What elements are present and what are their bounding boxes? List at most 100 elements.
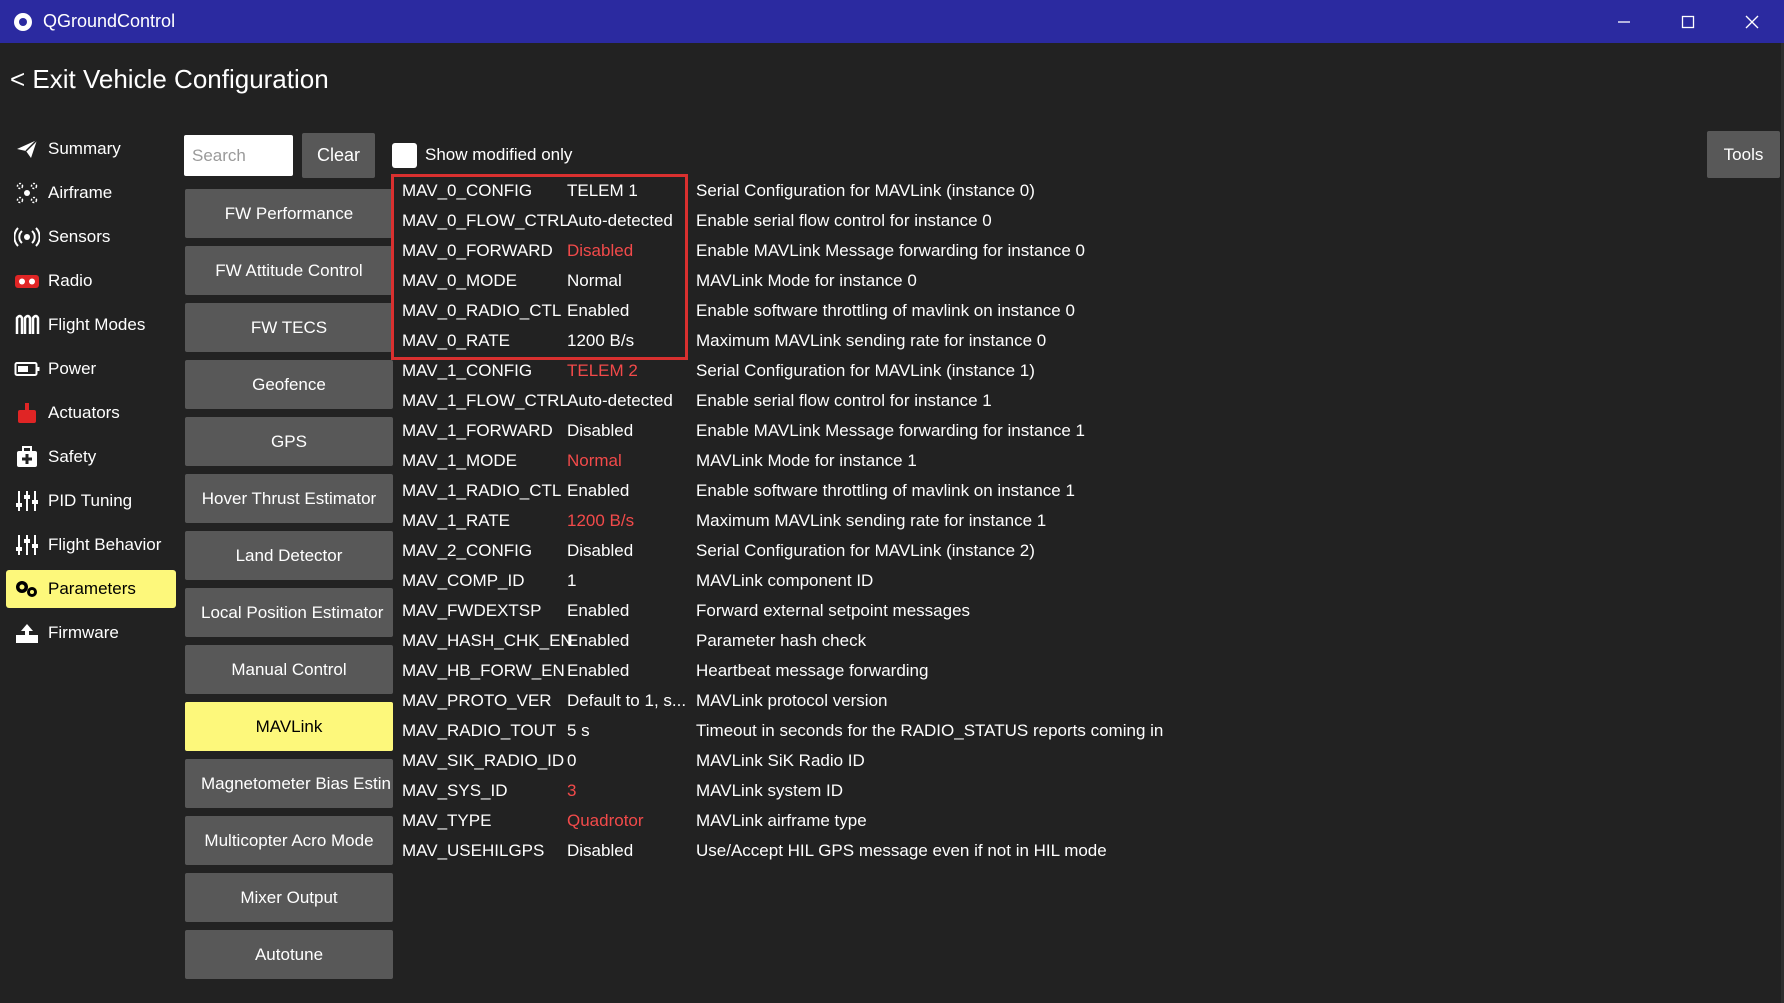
parameter-group-list[interactable]: FW Performance FW Attitude Control FW TECS… xyxy=(185,189,393,989)
sidebar-item-radio[interactable]: Radio xyxy=(6,262,176,300)
parameter-table: MAV_0_CONFIG TELEM 1 Serial Configuration … xyxy=(402,176,1163,866)
sidebar-item-safety[interactable]: Safety xyxy=(6,438,176,476)
exit-vehicle-configuration-link[interactable]: < Exit Vehicle Configuration xyxy=(10,64,329,95)
table-row[interactable]: MAV_1_RADIO_CTL Enabled Enable software th… xyxy=(402,476,1163,506)
group-button-geofence[interactable]: Geofence xyxy=(185,360,393,409)
table-row[interactable]: MAV_PROTO_VER Default to 1, s... MAVLink p… xyxy=(402,686,1163,716)
param-description: MAVLink airframe type xyxy=(696,811,867,830)
param-description: Enable software throttling of mavlink on… xyxy=(696,481,1075,500)
sidebar-item-parameters[interactable]: Parameters xyxy=(6,570,176,608)
table-row[interactable]: MAV_SYS_ID 3 MAVLink system ID xyxy=(402,776,1163,806)
param-name: MAV_HASH_CHK_EN xyxy=(402,631,573,650)
table-row[interactable]: MAV_1_FLOW_CTRL Auto-detected Enable seria… xyxy=(402,386,1163,416)
param-value: Enabled xyxy=(567,481,630,500)
sidebar-item-airframe[interactable]: Airframe xyxy=(6,174,176,212)
table-row[interactable]: MAV_0_RATE 1200 B/s Maximum MAVLink sendin… xyxy=(402,326,1163,356)
show-modified-checkbox[interactable] xyxy=(392,143,417,168)
table-row[interactable]: MAV_1_MODE Normal MAVLink Mode for instanc… xyxy=(402,446,1163,476)
group-button-mixer-output[interactable]: Mixer Output xyxy=(185,873,393,922)
param-name: MAV_0_RADIO_CTL xyxy=(402,301,562,320)
airframe-icon xyxy=(14,181,40,205)
sidebar-item-actuators[interactable]: Actuators xyxy=(6,394,176,432)
table-row[interactable]: MAV_1_RATE 1200 B/s Maximum MAVLink sendin… xyxy=(402,506,1163,536)
param-value: Quadrotor xyxy=(567,811,644,830)
param-value: 1200 B/s xyxy=(567,331,635,350)
sidebar: Summary Airframe Sensors Radio Flight Modes P… xyxy=(6,130,176,658)
group-button-autotune[interactable]: Autotune xyxy=(185,930,393,979)
param-description: Forward external setpoint messages xyxy=(696,601,971,620)
table-row[interactable]: MAV_RADIO_TOUT 5 s Timeout in seconds for … xyxy=(402,716,1163,746)
group-button-fw-performance[interactable]: FW Performance xyxy=(185,189,393,238)
sidebar-item-summary[interactable]: Summary xyxy=(6,130,176,168)
table-row[interactable]: MAV_0_FORWARD Disabled Enable MAVLink Mess… xyxy=(402,236,1163,266)
param-value: Default to 1, s... xyxy=(567,691,687,710)
param-value: Enabled xyxy=(567,601,630,620)
param-value: TELEM 1 xyxy=(567,181,638,200)
minimize-button[interactable] xyxy=(1592,0,1656,43)
table-row[interactable]: MAV_1_CONFIG TELEM 2 Serial Configuration … xyxy=(402,356,1163,386)
group-button-gps[interactable]: GPS xyxy=(185,417,393,466)
table-row[interactable]: MAV_0_CONFIG TELEM 1 Serial Configuration … xyxy=(402,176,1163,206)
param-value: 3 xyxy=(567,781,577,800)
table-row[interactable]: MAV_SIK_RADIO_ID 0 MAVLink SiK Radio ID xyxy=(402,746,1163,776)
group-button-fw-tecs[interactable]: FW TECS xyxy=(185,303,393,352)
table-row[interactable]: MAV_0_FLOW_CTRL Auto-detected Enable seria… xyxy=(402,206,1163,236)
param-value: Auto-detected xyxy=(567,211,673,230)
table-row[interactable]: MAV_TYPE Quadrotor MAVLink airframe type xyxy=(402,806,1163,836)
group-button-local-position-estimator[interactable]: Local Position Estimator xyxy=(185,588,393,637)
clear-button[interactable]: Clear xyxy=(302,133,375,178)
sliders-icon xyxy=(14,489,40,513)
param-name: MAV_0_RATE xyxy=(402,331,511,350)
param-value: Enabled xyxy=(567,661,630,680)
param-description: MAVLink protocol version xyxy=(696,691,888,710)
sidebar-item-label: Actuators xyxy=(48,403,120,422)
table-row[interactable]: MAV_1_FORWARD Disabled Enable MAVLink Mess… xyxy=(402,416,1163,446)
group-button-hover-thrust-estimator[interactable]: Hover Thrust Estimator xyxy=(185,474,393,523)
param-value: Enabled xyxy=(567,631,630,650)
tools-button[interactable]: Tools xyxy=(1707,131,1780,178)
table-row[interactable]: MAV_HASH_CHK_EN Enabled Parameter hash che… xyxy=(402,626,1163,656)
group-button-mavlink[interactable]: MAVLink xyxy=(185,702,393,751)
table-row[interactable]: MAV_USEHILGPS Disabled Use/Accept HIL GPS … xyxy=(402,836,1163,866)
flight-modes-icon xyxy=(14,313,40,337)
table-row[interactable]: MAV_FWDEXTSP Enabled Forward external setp… xyxy=(402,596,1163,626)
sidebar-item-flight-behavior[interactable]: Flight Behavior xyxy=(6,526,176,564)
group-button-manual-control[interactable]: Manual Control xyxy=(185,645,393,694)
exit-label: < Exit Vehicle Configuration xyxy=(10,64,329,94)
table-row[interactable]: MAV_COMP_ID 1 MAVLink component ID xyxy=(402,566,1163,596)
param-description: Serial Configuration for MAVLink (instan… xyxy=(696,541,1035,560)
param-name: MAV_0_FORWARD xyxy=(402,241,553,260)
sidebar-item-sensors[interactable]: Sensors xyxy=(6,218,176,256)
table-row[interactable]: MAV_0_MODE Normal MAVLink Mode for instanc… xyxy=(402,266,1163,296)
radio-icon xyxy=(14,269,40,293)
param-description: MAVLink component ID xyxy=(696,571,874,590)
param-description: MAVLink Mode for instance 1 xyxy=(696,451,917,470)
group-button-land-detector[interactable]: Land Detector xyxy=(185,531,393,580)
param-description: Timeout in seconds for the RADIO_STATUS … xyxy=(696,721,1164,740)
param-description: Serial Configuration for MAVLink (instan… xyxy=(696,181,1035,200)
table-row[interactable]: MAV_HB_FORW_EN Enabled Heartbeat message f… xyxy=(402,656,1163,686)
param-name: MAV_0_FLOW_CTRL xyxy=(402,211,569,230)
sidebar-item-pid-tuning[interactable]: PID Tuning xyxy=(6,482,176,520)
firmware-upload-icon xyxy=(14,621,40,645)
minimize-icon xyxy=(1618,20,1630,23)
maximize-button[interactable] xyxy=(1656,0,1720,43)
param-name: MAV_FWDEXTSP xyxy=(402,601,542,620)
sidebar-item-flight-modes[interactable]: Flight Modes xyxy=(6,306,176,344)
group-button-multicopter-acro-mode[interactable]: Multicopter Acro Mode xyxy=(185,816,393,865)
sidebar-item-firmware[interactable]: Firmware xyxy=(6,614,176,652)
search-input[interactable] xyxy=(184,135,293,176)
table-row[interactable]: MAV_0_RADIO_CTL Enabled Enable software th… xyxy=(402,296,1163,326)
qgc-app-icon xyxy=(14,12,32,31)
actuator-icon xyxy=(14,401,40,425)
group-button-magnetometer-bias-estin[interactable]: Magnetometer Bias Estin xyxy=(185,759,393,808)
sidebar-item-label: Safety xyxy=(48,447,97,466)
group-button-fw-attitude-control[interactable]: FW Attitude Control xyxy=(185,246,393,295)
close-button[interactable] xyxy=(1720,0,1784,43)
param-description: MAVLink SiK Radio ID xyxy=(696,751,865,770)
param-name: MAV_SYS_ID xyxy=(402,781,508,800)
window-controls xyxy=(1592,0,1784,43)
sidebar-item-power[interactable]: Power xyxy=(6,350,176,388)
table-row[interactable]: MAV_2_CONFIG Disabled Serial Configuration… xyxy=(402,536,1163,566)
param-value: Disabled xyxy=(567,841,634,860)
